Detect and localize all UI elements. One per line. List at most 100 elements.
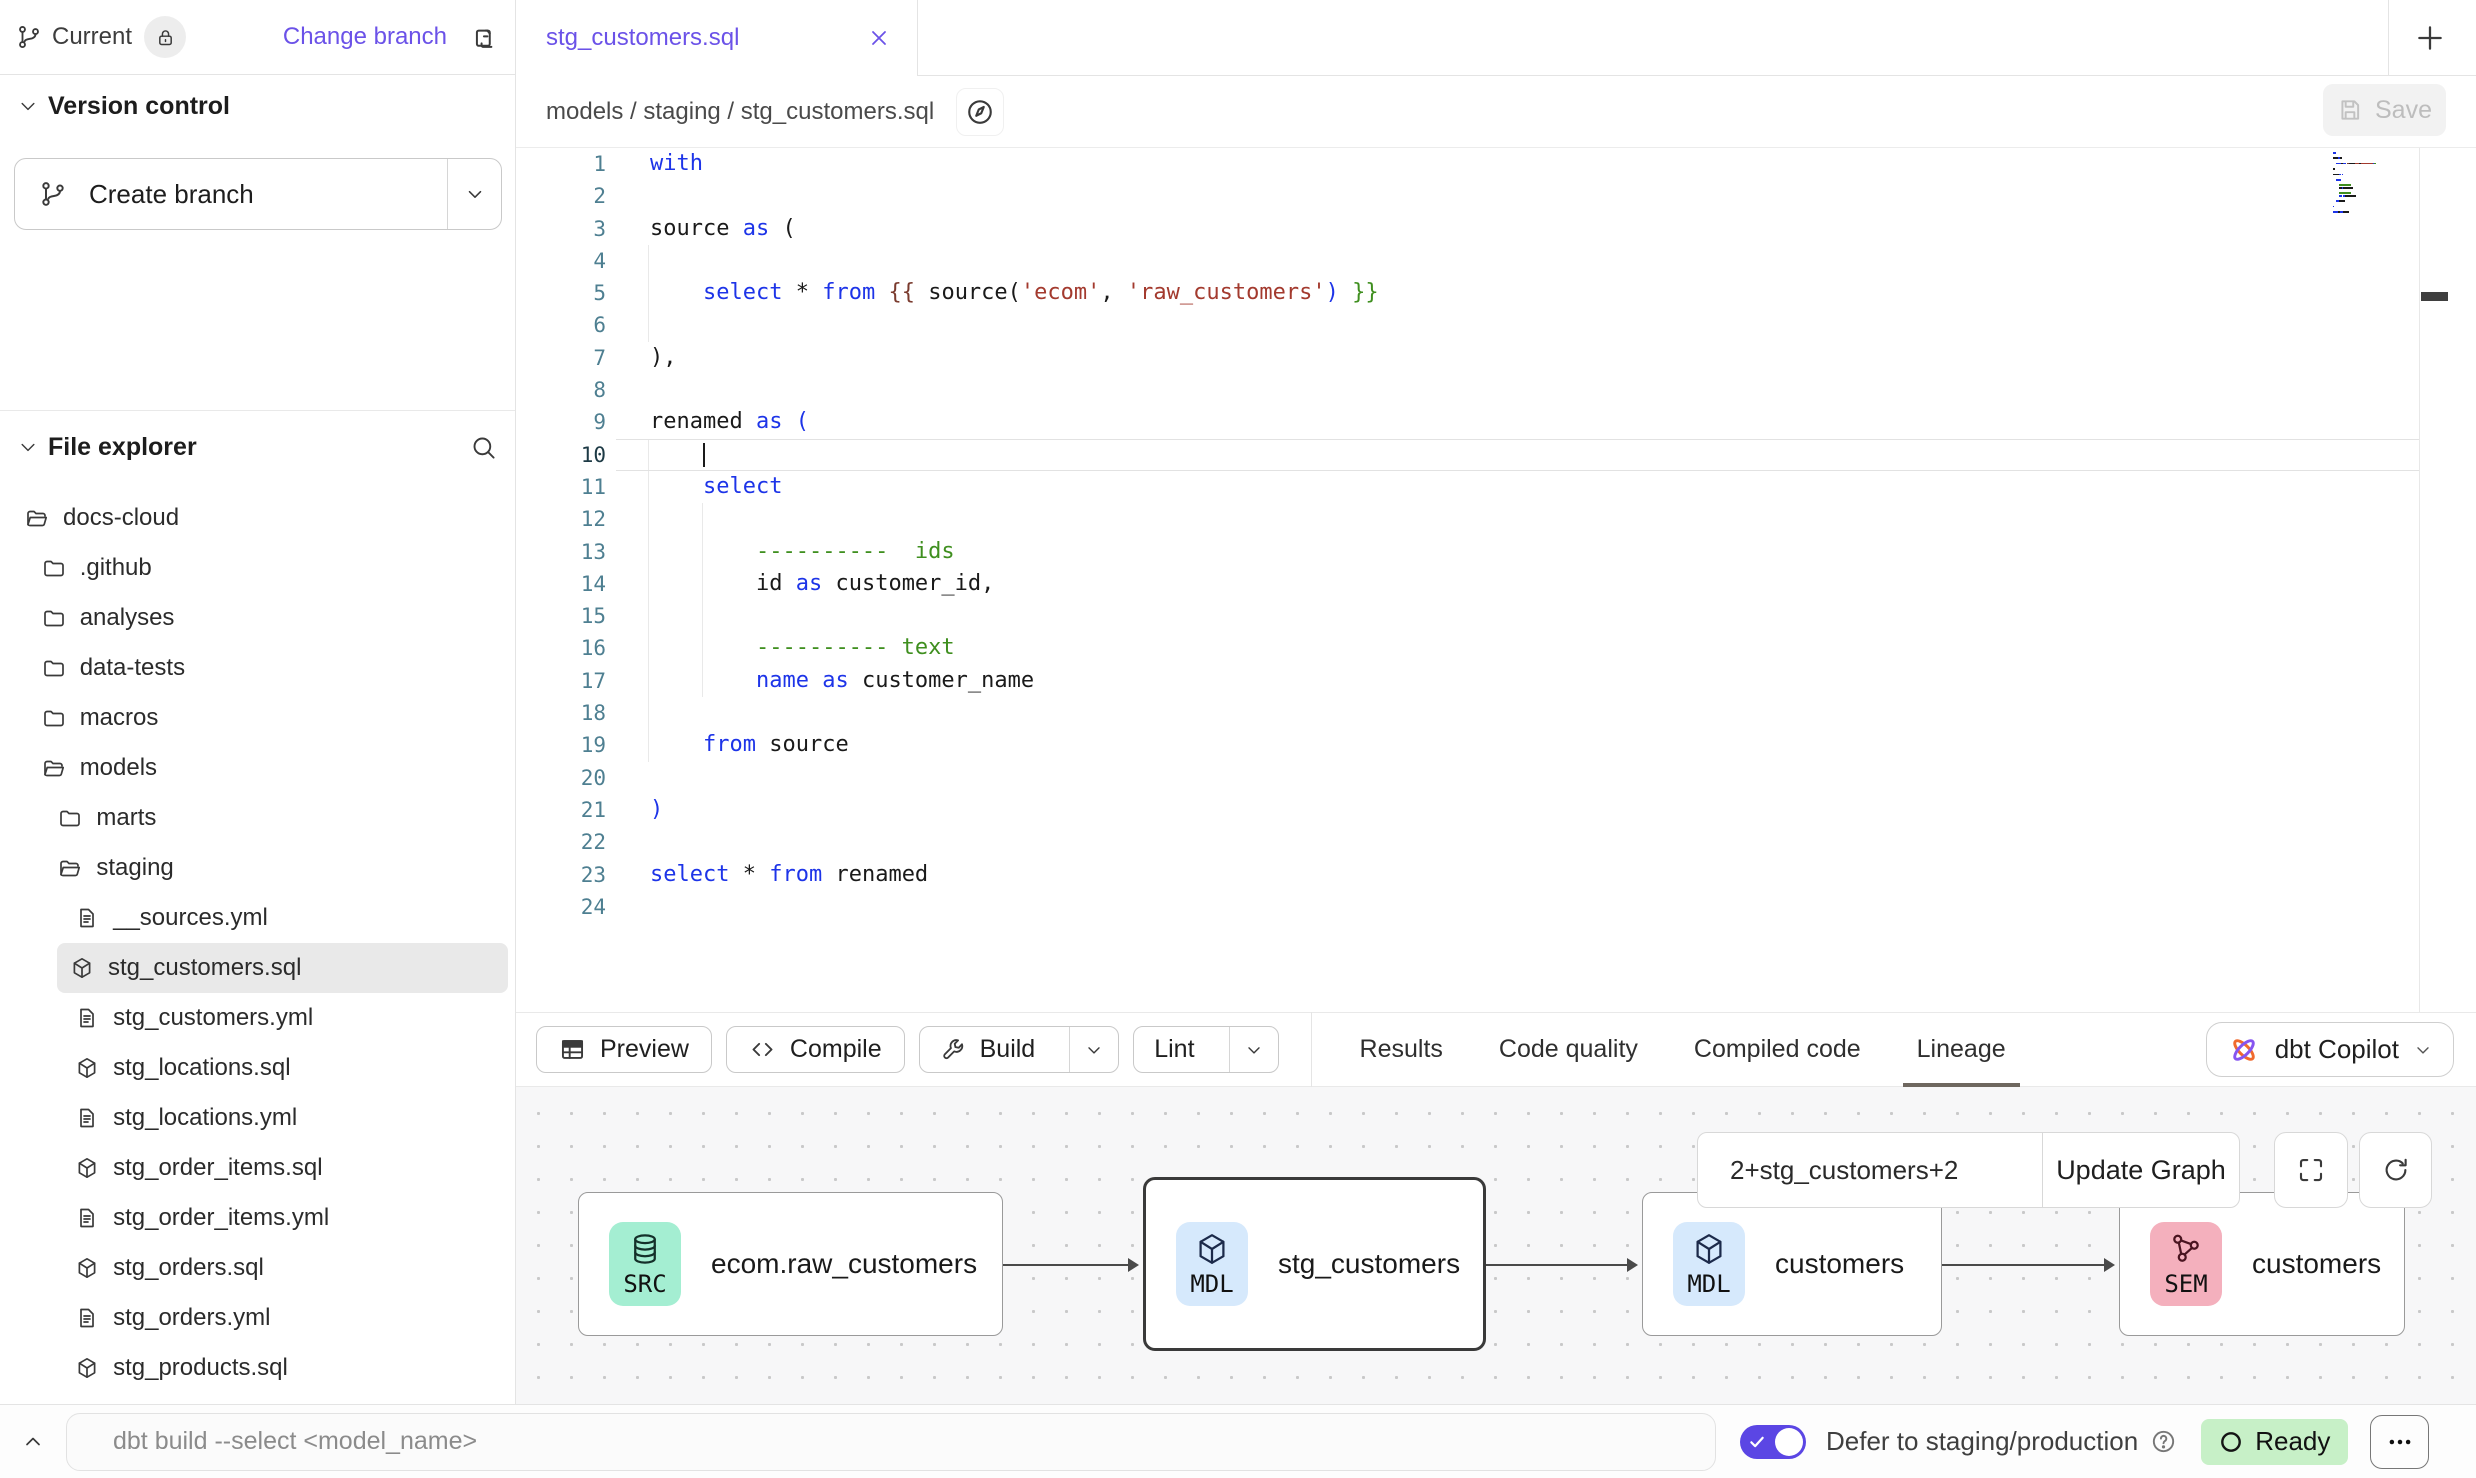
code-line[interactable]: ---------- text xyxy=(616,632,2420,664)
build-button[interactable]: Build xyxy=(919,1026,1120,1073)
defer-toggle[interactable] xyxy=(1740,1425,1806,1459)
file-row-data-tests[interactable]: data-tests xyxy=(0,643,515,693)
compile-button[interactable]: Compile xyxy=(726,1026,905,1073)
file-explorer-header[interactable]: File explorer xyxy=(0,424,515,470)
compass-icon xyxy=(965,97,995,127)
file-row-stg_customers.sql[interactable]: stg_customers.sql xyxy=(57,943,508,993)
code-line[interactable]: ) xyxy=(616,794,2420,826)
tab-code-quality[interactable]: Code quality xyxy=(1499,1012,1638,1087)
file-row-stg_orders.sql[interactable]: stg_orders.sql xyxy=(0,1243,515,1293)
command-input[interactable]: dbt build --select <model_name> xyxy=(66,1413,1716,1471)
code-editor[interactable]: 123456789101112131415161718192021222324 … xyxy=(516,148,2448,1012)
preview-button[interactable]: Preview xyxy=(536,1026,712,1073)
scrollbar-thumb[interactable] xyxy=(2421,292,2448,301)
code-line[interactable]: source as ( xyxy=(616,213,2420,245)
file-row-docs-cloud[interactable]: docs-cloud xyxy=(0,493,515,543)
status-badge: Ready xyxy=(2201,1419,2348,1465)
tab-compiled-code[interactable]: Compiled code xyxy=(1694,1012,1861,1087)
create-branch-caret[interactable] xyxy=(447,159,501,229)
tab-results[interactable]: Results xyxy=(1360,1012,1443,1087)
refresh-button[interactable] xyxy=(2359,1132,2432,1208)
code-line[interactable] xyxy=(616,826,2420,858)
build-caret[interactable] xyxy=(1069,1027,1118,1072)
file-row-stg_order_items.yml[interactable]: stg_order_items.yml xyxy=(0,1193,515,1243)
code-line[interactable] xyxy=(616,503,2420,535)
file-label: stg_customers.yml xyxy=(113,1004,313,1032)
code-line[interactable] xyxy=(616,697,2420,729)
lint-caret[interactable] xyxy=(1229,1027,1278,1072)
code-line[interactable]: renamed as ( xyxy=(616,406,2420,438)
code-line[interactable] xyxy=(616,762,2420,794)
code-line[interactable] xyxy=(616,309,2420,341)
code-line[interactable] xyxy=(616,600,2420,632)
save-button[interactable]: Save xyxy=(2323,84,2446,136)
code-line[interactable] xyxy=(616,891,2420,923)
code-line[interactable] xyxy=(616,180,2420,212)
table-icon xyxy=(559,1036,586,1063)
code-lines[interactable]: with source as ( select * from {{ source(… xyxy=(616,148,2420,923)
create-branch-button[interactable]: Create branch xyxy=(14,158,502,230)
code-line[interactable] xyxy=(616,374,2420,406)
code-line[interactable] xyxy=(616,245,2420,277)
file-row-staging[interactable]: staging xyxy=(0,843,515,893)
new-tab-button[interactable] xyxy=(2410,18,2450,58)
save-label: Save xyxy=(2375,96,2432,125)
code-line[interactable]: id as customer_id, xyxy=(616,568,2420,600)
file-row-macros[interactable]: macros xyxy=(0,693,515,743)
change-branch-link[interactable]: Change branch xyxy=(283,23,447,51)
copy-icon[interactable] xyxy=(467,23,495,51)
search-icon[interactable] xyxy=(470,434,497,461)
tab-stg_customers[interactable]: stg_customers.sql xyxy=(516,0,918,76)
file-row-marts[interactable]: marts xyxy=(0,793,515,843)
lint-button[interactable]: Lint xyxy=(1133,1026,1278,1073)
lineage-node-ecom.raw_customers[interactable]: SRC ecom.raw_customers xyxy=(578,1192,1003,1336)
expand-panel-button[interactable] xyxy=(0,1430,66,1454)
file-label: models xyxy=(80,754,157,782)
code-line[interactable] xyxy=(616,439,2420,471)
lint-label: Lint xyxy=(1154,1035,1194,1064)
file-row-__sources.yml[interactable]: __sources.yml xyxy=(0,893,515,943)
code-line[interactable]: from source xyxy=(616,729,2420,761)
folder-open-icon xyxy=(42,756,66,780)
file-label: stg_orders.sql xyxy=(113,1254,264,1282)
lineage-canvas[interactable]: SEM customers MDL customers MDL stg_cust… xyxy=(516,1087,2476,1404)
code-line[interactable]: with xyxy=(616,148,2420,180)
code-line[interactable]: select xyxy=(616,471,2420,503)
status-bar: dbt build --select <model_name> Defer to… xyxy=(0,1404,2476,1478)
dbt-copilot-button[interactable]: dbt Copilot xyxy=(2206,1022,2454,1077)
code-line[interactable]: ), xyxy=(616,342,2420,374)
code-line[interactable]: name as customer_name xyxy=(616,665,2420,697)
code-line[interactable]: ---------- ids xyxy=(616,536,2420,568)
version-control-header[interactable]: Version control xyxy=(0,84,515,128)
build-main[interactable]: Build xyxy=(920,1027,1056,1072)
lineage-node-stg_customers[interactable]: MDL stg_customers xyxy=(1143,1177,1486,1351)
file-row-models[interactable]: models xyxy=(0,743,515,793)
lineage-node-customers[interactable]: MDL customers xyxy=(1642,1192,1942,1336)
file-row-analyses[interactable]: analyses xyxy=(0,593,515,643)
lineage-node-customers[interactable]: SEM customers xyxy=(2119,1192,2405,1336)
sem-badge: SEM xyxy=(2150,1222,2222,1306)
lineage-selector-input[interactable]: 2+stg_customers+2 xyxy=(1698,1133,2042,1207)
file-row-stg_products.sql[interactable]: stg_products.sql xyxy=(0,1343,515,1393)
file-row-stg_customers.yml[interactable]: stg_customers.yml xyxy=(0,993,515,1043)
editor-scrollbar[interactable] xyxy=(2419,148,2448,1012)
file-label: macros xyxy=(80,704,159,732)
file-row-stg_orders.yml[interactable]: stg_orders.yml xyxy=(0,1293,515,1343)
code-line[interactable]: select * from renamed xyxy=(616,859,2420,891)
help-icon[interactable] xyxy=(2150,1428,2177,1455)
model-icon xyxy=(75,1156,99,1180)
file-row-stg_order_items.sql[interactable]: stg_order_items.sql xyxy=(0,1143,515,1193)
file-row-.github[interactable]: .github xyxy=(0,543,515,593)
copilot-compass-button[interactable] xyxy=(956,88,1004,136)
code-line[interactable]: select * from {{ source('ecom', 'raw_cus… xyxy=(616,277,2420,309)
update-graph-button[interactable]: Update Graph xyxy=(2042,1133,2239,1207)
file-row-stg_locations.yml[interactable]: stg_locations.yml xyxy=(0,1093,515,1143)
lint-main[interactable]: Lint xyxy=(1134,1027,1214,1072)
more-options-button[interactable] xyxy=(2370,1415,2429,1469)
fullscreen-button[interactable] xyxy=(2274,1132,2348,1208)
close-icon[interactable] xyxy=(867,26,891,50)
branch-bar: Current Change branch xyxy=(0,0,515,75)
tab-lineage[interactable]: Lineage xyxy=(1917,1012,2006,1087)
create-branch-main[interactable]: Create branch xyxy=(15,159,447,229)
file-row-stg_locations.sql[interactable]: stg_locations.sql xyxy=(0,1043,515,1093)
